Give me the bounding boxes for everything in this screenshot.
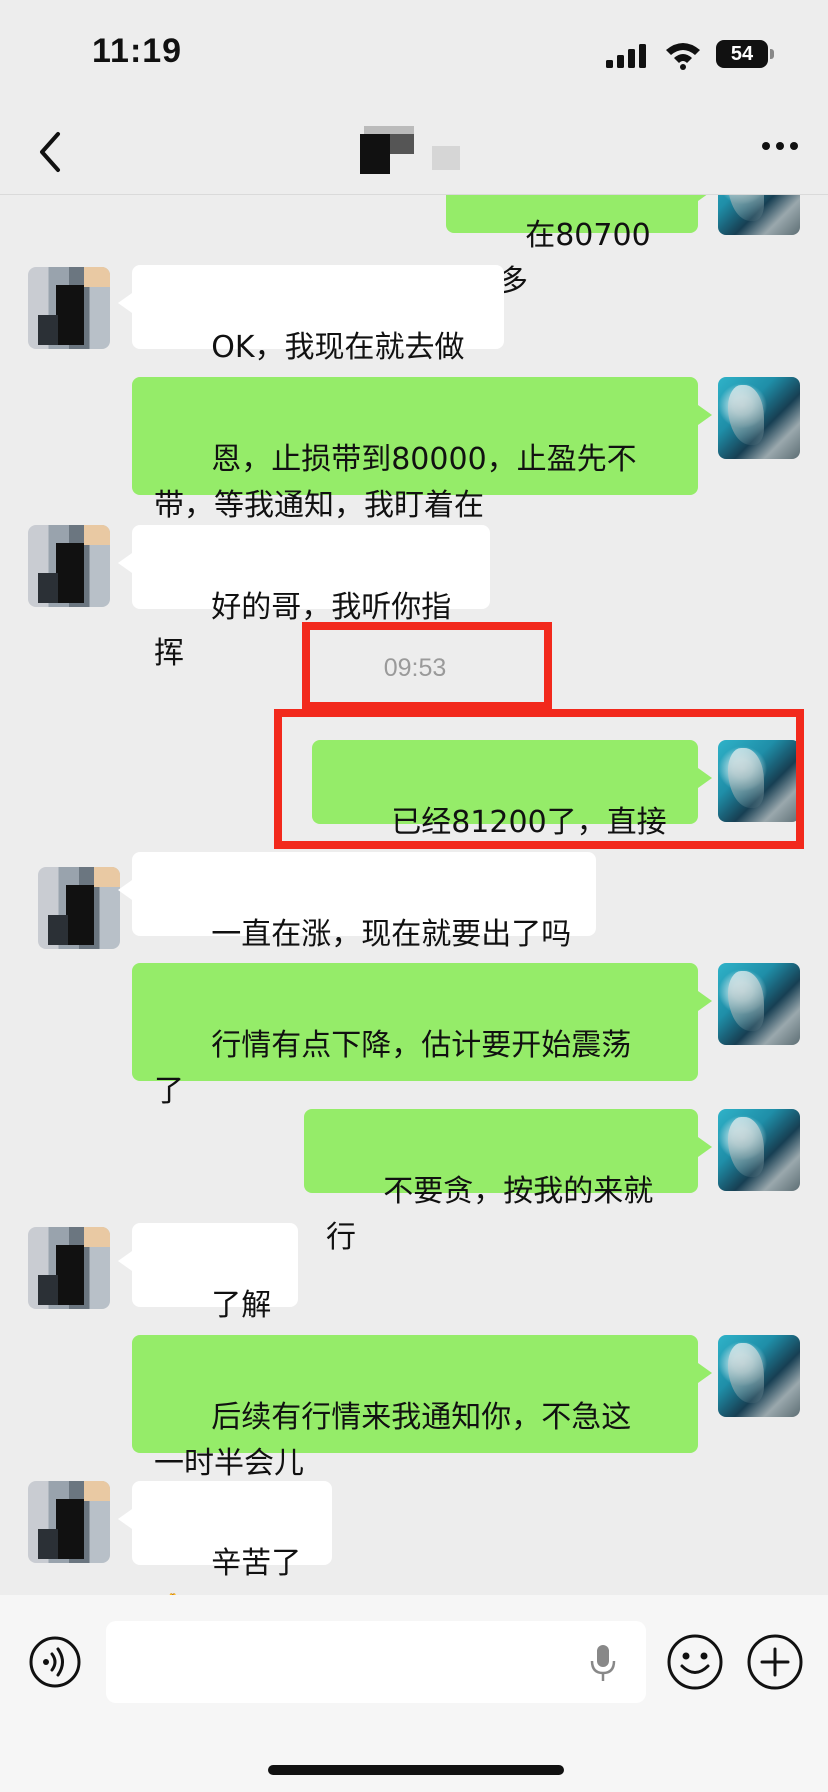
message-bubble-self[interactable]: 后续有行情来我通知你，不急这 一时半会儿: [132, 1335, 712, 1481]
voice-icon[interactable]: [28, 1635, 82, 1689]
home-indicator[interactable]: [268, 1765, 564, 1775]
smiley-icon[interactable]: [666, 1633, 724, 1691]
plus-icon[interactable]: [746, 1633, 804, 1691]
microphone-icon[interactable]: [588, 1643, 618, 1683]
battery-tip: [770, 49, 774, 59]
message-bubble-peer[interactable]: OK，我现在就去做多: [118, 265, 504, 411]
chevron-left-icon[interactable]: [36, 130, 66, 174]
avatar-self[interactable]: [718, 377, 800, 459]
avatar-self[interactable]: [718, 1335, 800, 1417]
highlight-box-timestamp: [302, 622, 552, 710]
message-text: 辛苦了: [211, 1546, 302, 1581]
message-text: 行情有点下降，估计要开始震荡 了: [154, 1028, 632, 1109]
chat-screen: 11:19 54 在80700 多 OK，我现在就去做 恩，止损带到80000，…: [0, 0, 828, 1792]
chat-header: [0, 110, 828, 195]
avatar-peer[interactable]: [28, 525, 110, 607]
status-time: 11:19: [92, 32, 183, 70]
cellular-signal-icon: [606, 44, 646, 68]
battery-icon: 54: [716, 40, 768, 68]
avatar-self[interactable]: [718, 195, 800, 235]
message-text: 后续有行情来我通知你，不急这 一时半会儿: [154, 1400, 632, 1481]
input-bar: [0, 1595, 828, 1792]
message-bubble-self[interactable]: 不要贪，按我的来就行: [304, 1109, 712, 1255]
status-bar: 11:19 54: [0, 0, 828, 110]
message-text: 了解: [211, 1288, 272, 1323]
message-list[interactable]: 在80700做多 OK，我现在就去做多 恩，止损带到80000，止盈先不 带，等…: [0, 195, 828, 1595]
message-text: 恩，止损带到80000，止盈先不 带，等我通知，我盯着在: [154, 442, 637, 523]
message-input[interactable]: [106, 1621, 646, 1703]
ellipsis-icon[interactable]: [760, 140, 800, 152]
avatar-self[interactable]: [718, 1109, 800, 1191]
avatar-peer[interactable]: [28, 1227, 110, 1309]
message-bubble-peer[interactable]: 辛苦了🙏: [118, 1481, 332, 1595]
message-bubble-peer[interactable]: 了解👈: [118, 1223, 298, 1369]
message-bubble-peer[interactable]: 好的哥，我听你指挥: [118, 525, 490, 671]
message-text: 不要贪，按我的来就行: [326, 1174, 654, 1255]
avatar-peer[interactable]: [28, 1481, 110, 1563]
avatar-self[interactable]: [718, 963, 800, 1045]
wifi-icon: [666, 43, 700, 70]
highlight-box-message: [274, 709, 804, 849]
avatar-peer[interactable]: [38, 867, 120, 949]
message-text: 一直在涨，现在就要出了吗: [211, 917, 572, 952]
avatar-peer[interactable]: [28, 267, 110, 349]
message-bubble-self[interactable]: 恩，止损带到80000，止盈先不 带，等我通知，我盯着在: [132, 377, 712, 523]
message-bubble-self[interactable]: 在80700做多: [446, 195, 712, 299]
message-bubble-peer[interactable]: 一直在涨，现在就要出了吗: [118, 852, 596, 952]
contact-name-pixelated[interactable]: [360, 126, 470, 176]
message-bubble-self[interactable]: 行情有点下降，估计要开始震荡 了: [132, 963, 712, 1109]
